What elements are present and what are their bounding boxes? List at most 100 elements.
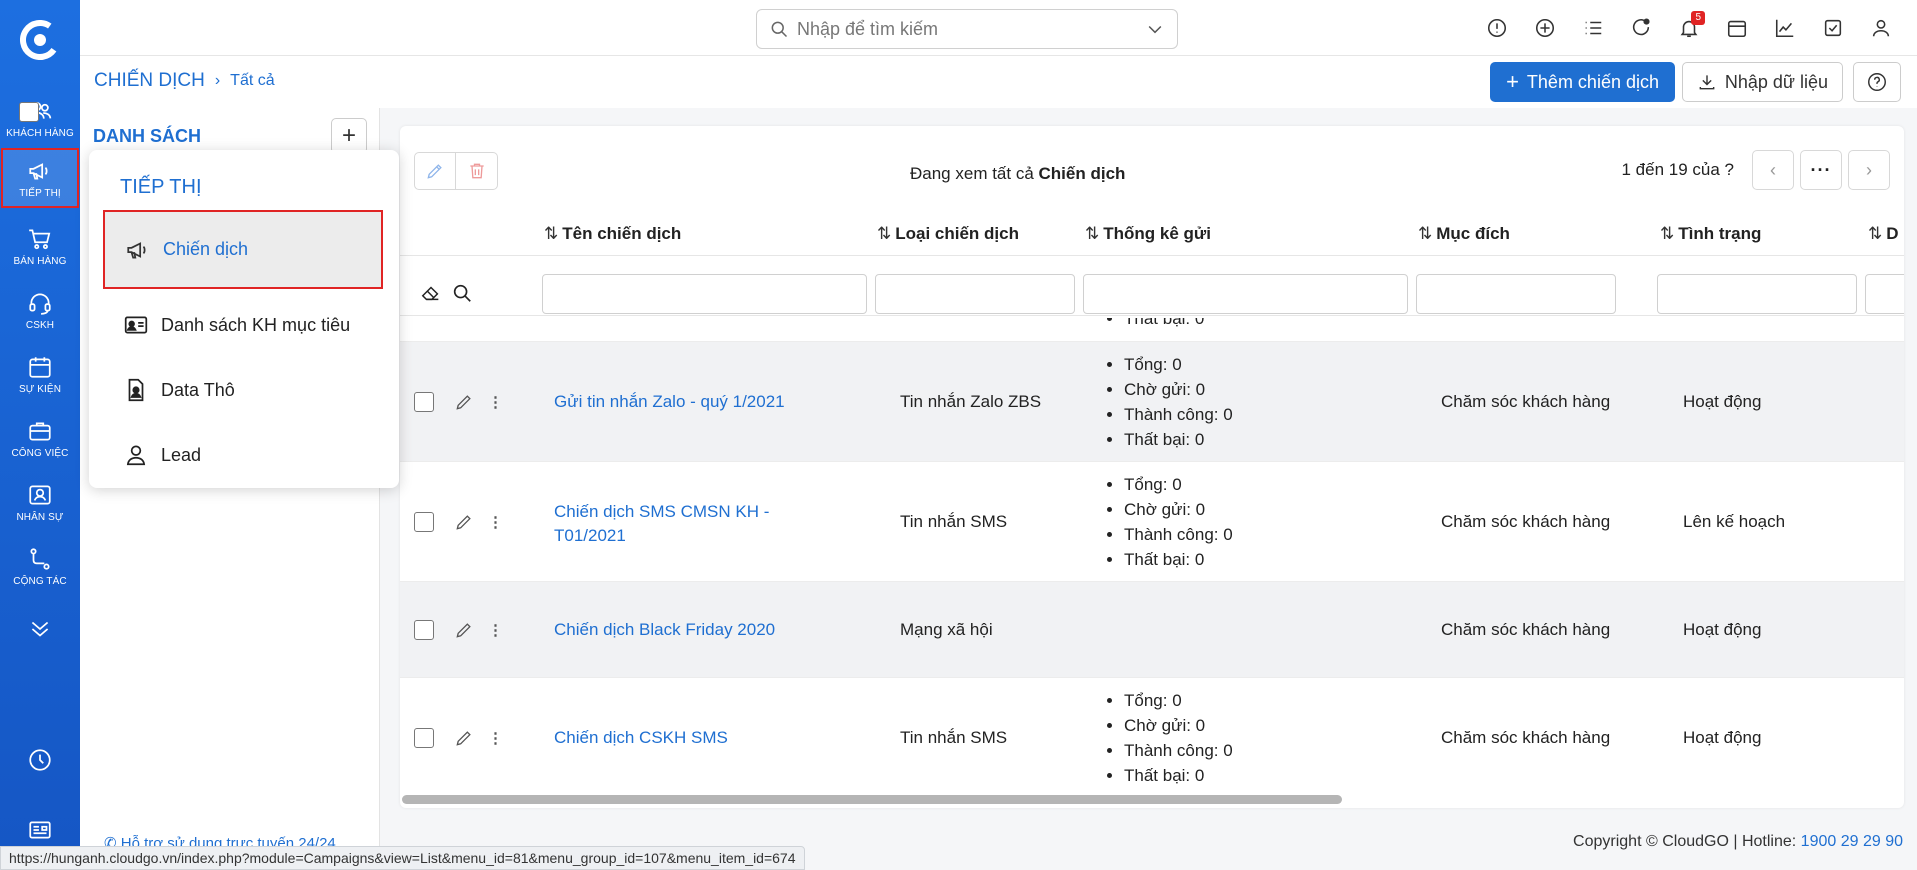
stat-item: Tổng: 0: [1124, 688, 1233, 713]
add-campaign-label: Thêm chiến dịch: [1526, 71, 1659, 92]
reports-button[interactable]: [1761, 4, 1809, 52]
campaign-name-link[interactable]: Gửi tin nhắn Zalo - quý 1/2021: [554, 392, 785, 412]
clock-icon: [29, 749, 51, 771]
sort-icon: ⇅: [1660, 224, 1675, 243]
more-options-button[interactable]: ···: [1800, 150, 1842, 190]
stat-item: Thất bại: 0: [1124, 763, 1233, 788]
global-search[interactable]: [756, 9, 1178, 49]
import-data-button[interactable]: Nhập dữ liệu: [1681, 62, 1843, 102]
vertical-ellipsis-icon[interactable]: ⋮: [488, 621, 503, 639]
chevron-down-icon[interactable]: [1145, 19, 1165, 39]
tasks-button[interactable]: [1809, 4, 1857, 52]
table-row[interactable]: ⋮ Chiến dịch CSKH SMS Tin nhắn SMS Tổng:…: [400, 678, 1904, 788]
flyout-item-chien-dich[interactable]: Chiến dịch: [103, 210, 383, 289]
page-header: CHIẾN DỊCH › Tất cả + Thêm chiến dịch Nh…: [80, 56, 1917, 108]
flyout-item-lead[interactable]: Lead: [103, 425, 383, 485]
column-label: Thống kê gửi: [1103, 224, 1211, 243]
flyout-item-data-tho[interactable]: Data Thô: [103, 360, 383, 420]
top-bar: 5: [80, 0, 1917, 56]
column-label: D: [1886, 224, 1899, 243]
add-campaign-button[interactable]: + Thêm chiến dịch: [1490, 62, 1675, 102]
send-stats: Tổng: 0 Chờ gửi: 0 Thành công: 0 Thất bạ…: [1104, 472, 1233, 572]
campaign-name-link[interactable]: Chiến dịch SMS CMSN KH - T01/2021: [554, 500, 804, 548]
search-input[interactable]: [797, 18, 1145, 40]
campaign-purpose: Chăm sóc khách hàng: [1441, 392, 1611, 411]
briefcase-icon: [29, 422, 51, 441]
quick-create-button[interactable]: [1521, 4, 1569, 52]
rail-label: CÔNG VIỆC: [11, 447, 69, 459]
filter-muc-dich-input[interactable]: [1416, 274, 1616, 314]
cloudgo-logo-icon[interactable]: [20, 20, 60, 60]
calendar-button[interactable]: [1713, 4, 1761, 52]
campaign-name-link[interactable]: Chiến dịch CSKH SMS: [554, 728, 728, 748]
rail-item-ban-hang[interactable]: BÁN HÀNG: [0, 216, 80, 276]
column-header-thong-ke-gui[interactable]: ⇅ Thống kê gửi: [1085, 224, 1211, 244]
rail-expand-button[interactable]: [0, 604, 80, 654]
row-checkbox[interactable]: [414, 392, 434, 412]
sort-icon: ⇅: [877, 224, 892, 243]
row-checkbox[interactable]: [414, 512, 434, 532]
column-header-tinh-trang[interactable]: ⇅ Tình trạng: [1660, 224, 1761, 244]
profile-button[interactable]: [1857, 4, 1905, 52]
vertical-ellipsis-icon[interactable]: ⋮: [488, 513, 503, 531]
notifications-button[interactable]: 5: [1665, 4, 1713, 52]
rail-item-cong-tac[interactable]: CỘNG TÁC: [0, 536, 80, 596]
mass-delete-button[interactable]: [456, 152, 498, 190]
mass-edit-button[interactable]: [414, 152, 456, 190]
filter-thong-ke-gui-input[interactable]: [1083, 274, 1408, 314]
campaign-purpose: Chăm sóc khách hàng: [1441, 512, 1611, 531]
flyout-item-danh-sach-kh[interactable]: Danh sách KH mục tiêu: [103, 295, 383, 355]
rail-item-khach-hang[interactable]: KHÁCH HÀNG: [0, 88, 80, 148]
pencil-icon: [427, 164, 442, 179]
campaign-list-card: Đang xem tất cả Chiến dịch 1 đến 19 của …: [19, 102, 1904, 808]
row-checkbox[interactable]: [414, 620, 434, 640]
campaign-name-link[interactable]: Chiến dịch Black Friday 2020: [554, 620, 775, 640]
viewing-prefix: Đang xem tất cả: [910, 164, 1034, 183]
list-button[interactable]: [1569, 4, 1617, 52]
pencil-icon[interactable]: [454, 512, 474, 532]
breadcrumb-module[interactable]: CHIẾN DỊCH: [94, 70, 205, 92]
flyout-title: TIẾP THỊ: [120, 176, 202, 198]
next-page-button[interactable]: ›: [1848, 150, 1890, 190]
pencil-icon[interactable]: [454, 728, 474, 748]
column-header-ten-chien-dich[interactable]: ⇅ Tên chiến dịch: [544, 224, 681, 244]
send-stats: Tổng: 0 Chờ gửi: 0 Thành công: 0 Thất bạ…: [1104, 352, 1233, 452]
eraser-icon[interactable]: [420, 282, 442, 304]
rail-item-cong-viec[interactable]: CÔNG VIỆC: [0, 408, 80, 468]
rail-item-su-kien[interactable]: SỰ KIỆN: [0, 344, 80, 404]
newspaper-icon: [29, 821, 51, 839]
add-list-button[interactable]: +: [331, 118, 367, 154]
table-row[interactable]: ⋮ Chiến dịch Black Friday 2020 Mạng xã h…: [400, 582, 1904, 678]
filter-d-input[interactable]: [1865, 274, 1904, 314]
column-header-d[interactable]: ⇅ D: [1868, 224, 1899, 244]
rail-history-button[interactable]: [0, 734, 80, 786]
pagination-total-help-icon[interactable]: ?: [1725, 160, 1734, 179]
column-header-loai-chien-dich[interactable]: ⇅ Loại chiến dịch: [877, 224, 1019, 244]
mass-action-toolbar: [414, 152, 498, 190]
breadcrumb-view[interactable]: Tất cả: [230, 72, 274, 90]
table-row[interactable]: ⋮ Gửi tin nhắn Zalo - quý 1/2021 Tin nhắ…: [400, 342, 1904, 462]
refresh-button[interactable]: [1617, 4, 1665, 52]
filter-tinh-trang-input[interactable]: [1657, 274, 1857, 314]
horizontal-scrollbar[interactable]: [402, 795, 1342, 804]
table-row[interactable]: ⋮ Chiến dịch SMS CMSN KH - T01/2021 Tin …: [400, 462, 1904, 582]
search-icon[interactable]: [451, 282, 473, 304]
row-checkbox[interactable]: [414, 728, 434, 748]
pencil-icon[interactable]: [454, 392, 474, 412]
copyright: Copyright © CloudGO | Hotline: 1900 29 2…: [1573, 833, 1903, 851]
column-header-muc-dich[interactable]: ⇅ Mục đích: [1418, 224, 1510, 244]
filter-loai-chien-dich-input[interactable]: [875, 274, 1075, 314]
rail-label: BÁN HÀNG: [13, 255, 67, 267]
vertical-ellipsis-icon[interactable]: ⋮: [488, 393, 503, 411]
rail-item-tiep-thi[interactable]: TIẾP THỊ: [1, 148, 79, 208]
alert-button[interactable]: [1473, 4, 1521, 52]
prev-page-button[interactable]: ‹: [1752, 150, 1794, 190]
help-button[interactable]: [1853, 62, 1901, 102]
rail-item-nhan-su[interactable]: NHÂN SỰ: [0, 472, 80, 532]
hotline-number[interactable]: 1900 29 29 90: [1801, 833, 1903, 850]
rail-label: NHÂN SỰ: [16, 511, 64, 523]
pencil-icon[interactable]: [454, 620, 474, 640]
vertical-ellipsis-icon[interactable]: ⋮: [488, 729, 503, 747]
filter-ten-chien-dich-input[interactable]: [542, 274, 867, 314]
rail-item-cskh[interactable]: CSKH: [0, 280, 80, 340]
